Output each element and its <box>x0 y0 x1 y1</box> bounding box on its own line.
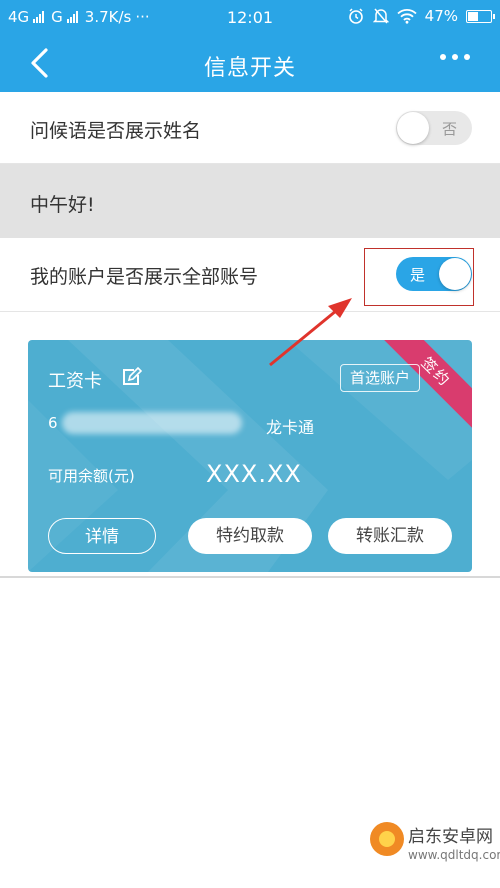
details-button[interactable]: 详情 <box>48 518 156 554</box>
alarm-icon <box>348 8 363 24</box>
watermark: 启东安卓网 www.qdltdq.com <box>368 818 500 880</box>
show-name-label: 问候语是否展示姓名 <box>30 120 202 142</box>
watermark-url: www.qdltdq.com <box>408 848 500 862</box>
battery-icon <box>466 9 495 23</box>
account-card[interactable]: 签约 工资卡 首选账户 6 龙卡通 可用余额(元) XXX.XX 详情 特约取款… <box>28 340 472 572</box>
account-number-mask <box>62 412 242 434</box>
greeting-preview: 中午好! <box>0 164 500 238</box>
annotation-box <box>364 248 474 306</box>
show-all-accounts-label: 我的账户是否展示全部账号 <box>30 266 259 288</box>
setting-row-show-name: 问候语是否展示姓名 否 <box>0 92 500 164</box>
account-type: 龙卡通 <box>266 418 315 437</box>
transfer-button[interactable]: 转账汇款 <box>328 518 452 554</box>
edit-icon[interactable] <box>120 366 142 388</box>
balance-value: XXX.XX <box>206 460 302 488</box>
account-card-area: 签约 工资卡 首选账户 6 龙卡通 可用余额(元) XXX.XX 详情 特约取款… <box>0 312 500 576</box>
watermark-logo-icon <box>370 822 404 856</box>
watermark-name: 启东安卓网 <box>408 827 493 847</box>
toggle-off-text: 否 <box>442 120 458 138</box>
more-dots-icon[interactable] <box>440 54 470 60</box>
account-number: 6 <box>48 414 58 432</box>
battery-percent: 47% <box>424 7 458 25</box>
toggle-knob <box>397 112 429 144</box>
preferred-account-button[interactable]: 首选账户 <box>340 364 421 392</box>
balance-label: 可用余额(元) <box>48 467 135 485</box>
greeting-text: 中午好! <box>30 194 95 216</box>
wifi-icon <box>397 9 417 24</box>
top-nav-bar: 信息开关 <box>0 34 500 92</box>
page-title: 信息开关 <box>203 56 296 81</box>
status-bar: 4G G 3.7K/s ··· 12:01 47% <box>0 0 500 34</box>
status-right: 47% <box>347 7 495 25</box>
show-name-toggle[interactable]: 否 <box>396 111 472 145</box>
card-title: 工资卡 <box>48 371 102 392</box>
mute-icon <box>372 8 389 24</box>
withdraw-button[interactable]: 特约取款 <box>188 518 312 554</box>
